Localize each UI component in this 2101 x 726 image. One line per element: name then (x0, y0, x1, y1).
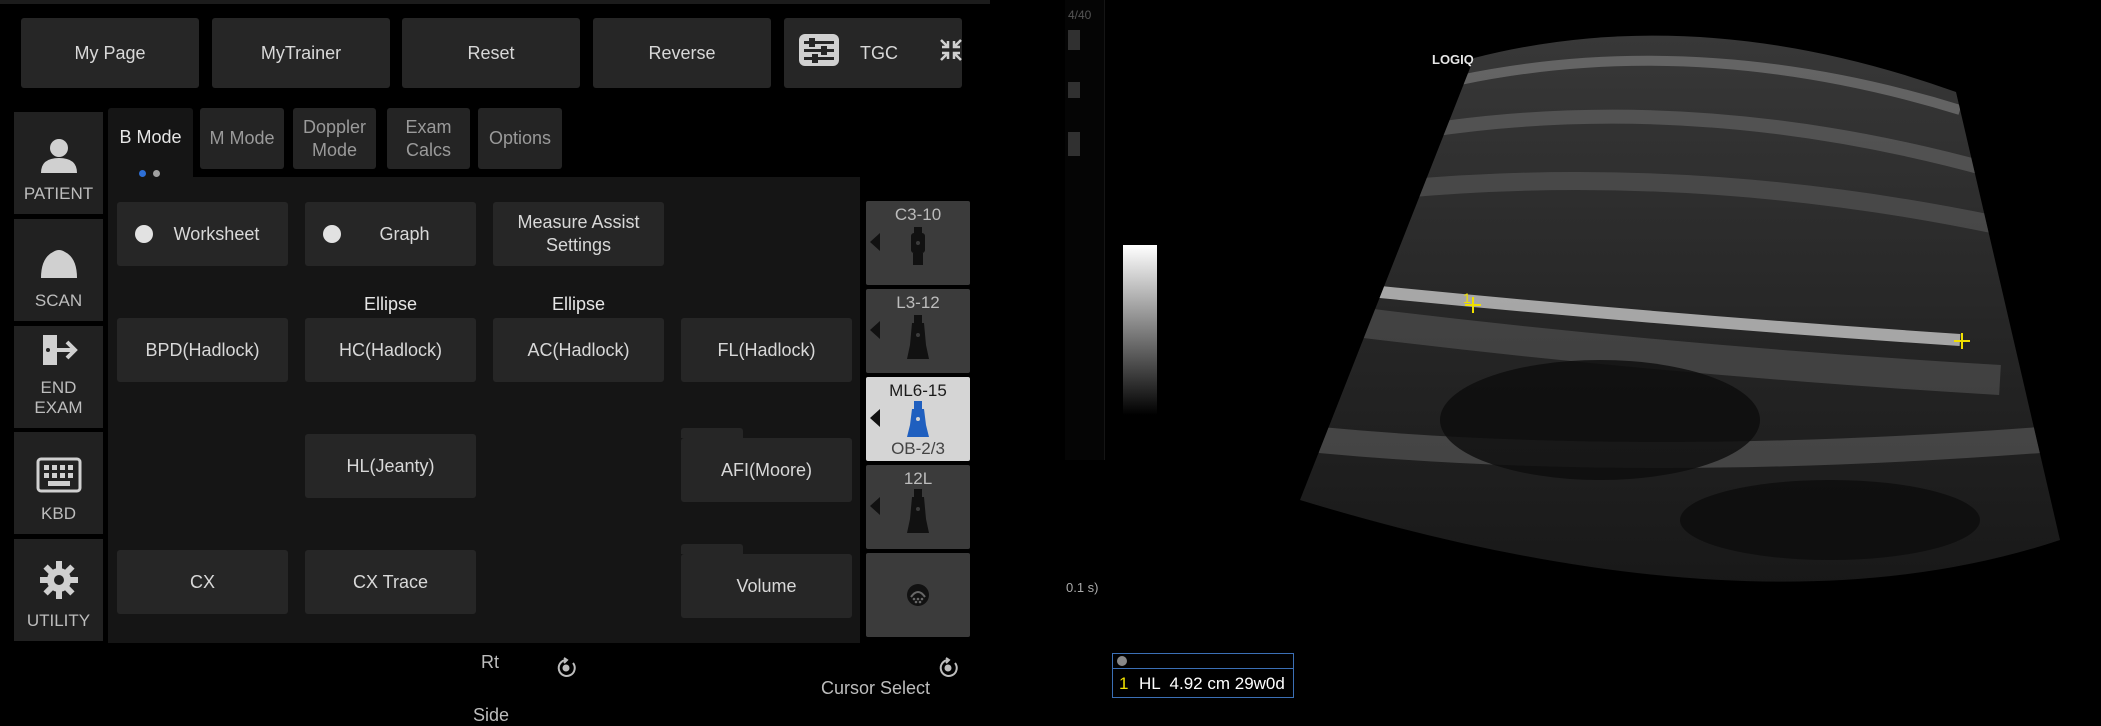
ac-method-caption: Ellipse (551, 294, 606, 314)
measurement-box: 1 HL 4.92 cm 29w0d (1112, 653, 1294, 698)
probe-name: 12L (903, 469, 933, 488)
probe-arrow-icon (870, 497, 880, 515)
measurement-box-icon (1117, 656, 1127, 666)
tab-b-mode-label: B Mode (119, 127, 182, 147)
kbd-button[interactable]: KBD (14, 432, 103, 534)
graph-button[interactable]: Graph (305, 202, 476, 266)
probe-c3-10-icon (909, 227, 927, 274)
tgc-sliders-icon (798, 33, 840, 73)
probe-more-button[interactable] (866, 553, 970, 637)
probe-ml6-15-icon (906, 401, 930, 444)
graph-indicator (323, 225, 341, 243)
measurement-box-header (1113, 654, 1293, 669)
page-dot-active (139, 170, 146, 177)
worksheet-button[interactable]: Worksheet (117, 202, 288, 266)
tab-options[interactable]: Options (478, 108, 562, 169)
volume-button[interactable]: Volume (681, 554, 852, 618)
tab-exam-calcs[interactable]: Exam Calcs (387, 108, 470, 169)
probe-l3-12-icon (906, 315, 930, 366)
ac-hadlock-button[interactable]: AC(Hadlock) (493, 318, 664, 382)
probe-12l[interactable]: 12L (866, 465, 970, 549)
probe-arrow-icon (870, 321, 880, 339)
probe-12l-icon (906, 489, 930, 540)
patient-label: PATIENT (23, 184, 94, 203)
rotary-knob-icon[interactable] (555, 657, 577, 684)
hc-method-caption: Ellipse (363, 294, 418, 314)
patient-icon (39, 137, 79, 184)
kbd-label: KBD (41, 504, 76, 523)
end-exam-label: END EXAM (34, 378, 83, 417)
tgc-button[interactable]: TGC (784, 18, 962, 88)
keyboard-icon (36, 457, 82, 504)
graph-label: Graph (379, 223, 430, 244)
probe-arrow-icon (870, 233, 880, 251)
cursor-select-knob-icon[interactable] (937, 657, 959, 684)
mytrainer-button[interactable]: MyTrainer (212, 18, 390, 88)
rt-label: Rt (481, 652, 499, 672)
afi-moore-button[interactable]: AFI(Moore) (681, 438, 852, 502)
probe-ml6-15[interactable]: ML6-15 OB-2/3 (866, 377, 970, 461)
probe-dome-icon (906, 583, 930, 612)
volume-tab-marker (681, 544, 743, 554)
tgc-label: TGC (860, 42, 898, 63)
bpd-hadlock-button[interactable]: BPD(Hadlock) (117, 318, 288, 382)
worksheet-indicator (135, 225, 153, 243)
scan-button[interactable]: SCAN (14, 219, 103, 321)
utility-button[interactable]: UTILITY (14, 539, 103, 641)
hc-hadlock-button[interactable]: HC(Hadlock) (305, 318, 476, 382)
utility-label: UTILITY (26, 611, 91, 630)
measurement-text: HL 4.92 cm 29w0d (1139, 674, 1285, 693)
probe-name: C3-10 (894, 205, 942, 224)
exit-icon (39, 313, 79, 378)
my-page-button[interactable]: My Page (21, 18, 199, 88)
side-label: Side (473, 705, 510, 725)
afi-tab-marker (681, 428, 743, 438)
worksheet-label: Worksheet (173, 223, 260, 244)
probe-arrow-icon (870, 409, 880, 427)
page-dot (153, 170, 160, 177)
probe-name: ML6-15 (889, 381, 947, 400)
tab-b-mode[interactable]: B Mode (108, 108, 193, 178)
measurement-index: 1 (1119, 674, 1129, 693)
tab-doppler-mode[interactable]: Doppler Mode (293, 108, 376, 169)
reset-button[interactable]: Reset (402, 18, 580, 88)
caliper-1-label: 1 (1463, 290, 1471, 306)
ultrasound-image[interactable]: 1 (1060, 0, 2101, 724)
collapse-arrows-icon[interactable] (938, 37, 964, 69)
hl-jeanty-button[interactable]: HL(Jeanty) (305, 434, 476, 498)
probe-preset: OB-2/3 (891, 439, 945, 458)
tab-m-mode[interactable]: M Mode (200, 108, 284, 169)
cursor-select-label: Cursor Select (821, 678, 931, 698)
probe-l3-12[interactable]: L3-12 (866, 289, 970, 373)
scan-label: SCAN (34, 291, 83, 310)
reverse-button[interactable]: Reverse (593, 18, 771, 88)
cx-button[interactable]: CX (117, 550, 288, 614)
top-divider (0, 0, 990, 4)
patient-button[interactable]: PATIENT (14, 112, 103, 214)
probe-c3-10[interactable]: C3-10 (866, 201, 970, 285)
fl-hadlock-button[interactable]: FL(Hadlock) (681, 318, 852, 382)
measure-assist-settings-button[interactable]: Measure Assist Settings (493, 202, 664, 266)
probe-icon (37, 246, 81, 291)
probe-name: L3-12 (896, 293, 940, 312)
cx-trace-button[interactable]: CX Trace (305, 550, 476, 614)
gear-icon (39, 560, 79, 611)
end-exam-button[interactable]: END EXAM (14, 326, 103, 428)
